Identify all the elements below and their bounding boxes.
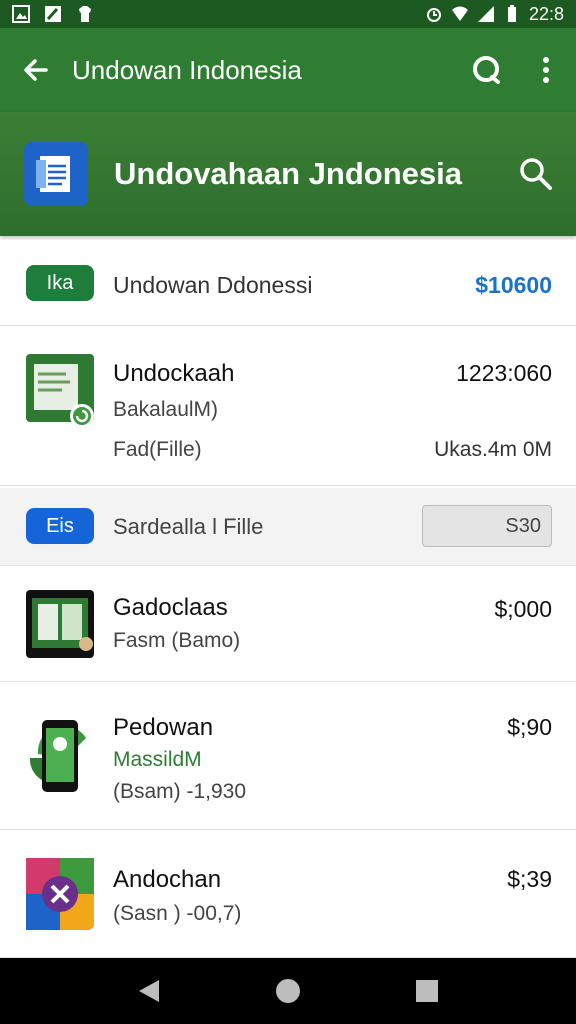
- home-nav-icon: [275, 979, 300, 1003]
- search-button[interactable]: [496, 156, 576, 192]
- filter-row: Eis Sardealla l Fille S30: [0, 488, 576, 566]
- recents-nav-icon: [415, 980, 438, 1002]
- status-bar: 22:8: [0, 0, 576, 28]
- item-subtitle: MassildM: [113, 748, 202, 771]
- item-price: 1223:060: [456, 360, 552, 386]
- list-item[interactable]: Gadoclaas Fasm (Bamo) $;000: [0, 566, 576, 682]
- chat-button[interactable]: [456, 28, 516, 112]
- nav-recents-button[interactable]: [397, 961, 457, 1021]
- filter-badge[interactable]: Eis: [26, 508, 94, 544]
- edit-notification-icon: [45, 6, 61, 22]
- item-size: Ukas.4m 0M: [434, 438, 552, 461]
- summary-price: $10600: [475, 272, 552, 298]
- back-button[interactable]: [0, 28, 72, 112]
- system-navigation-bar: [0, 958, 576, 1024]
- signal-icon: [477, 6, 494, 22]
- filter-label: Sardealla l Fille: [113, 514, 264, 539]
- item-name: Andochan: [113, 866, 222, 893]
- item-detail: Fad(Fille): [113, 438, 202, 461]
- filter-value-field[interactable]: S30: [422, 505, 552, 547]
- item-price: $;39: [507, 866, 552, 892]
- item-name: Gadoclaas: [113, 594, 228, 621]
- image-notification-icon: [12, 5, 30, 23]
- nav-back-button[interactable]: [119, 961, 179, 1021]
- category-badge: Ika: [26, 265, 94, 301]
- item-thumbnail: [26, 354, 94, 428]
- phone-app-icon: [29, 720, 86, 792]
- item-name: Undockaah: [113, 360, 235, 387]
- item-name: Pedowan: [113, 714, 214, 741]
- summary-row[interactable]: Ika Undowan Ddonessi $10600: [0, 240, 576, 326]
- search-icon: [520, 158, 552, 190]
- wifi-icon: [451, 6, 468, 21]
- list-item[interactable]: Pedowan MassildM (Bsam) -1,930 $;90: [0, 682, 576, 830]
- nav-home-button[interactable]: [258, 961, 318, 1021]
- status-time: 22:8: [528, 3, 564, 24]
- document-icon: [36, 156, 70, 192]
- item-subtitle: (Sasn ) -00,7): [113, 902, 242, 925]
- document-app-icon: [24, 142, 88, 206]
- puzzle-app-icon: [26, 858, 94, 930]
- item-subtitle: BakalaulM): [113, 398, 219, 421]
- item-thumbnail: [26, 590, 94, 658]
- banner-title: Undovahaan Jndonesia: [114, 156, 462, 191]
- more-vert-icon: [543, 57, 549, 83]
- item-thumbnail: [26, 718, 94, 792]
- back-arrow-icon: [24, 59, 48, 81]
- list-item[interactable]: Andochan (Sasn ) -00,7) $;39: [0, 830, 576, 958]
- item-price: $;90: [507, 714, 552, 740]
- shirt-notification-icon: [79, 6, 91, 22]
- app-banner: Undovahaan Jndonesia: [0, 112, 576, 236]
- list-item[interactable]: Undockaah BakalaulM) Fad(Fille) 1223:060…: [0, 326, 576, 486]
- item-subtitle: Fasm (Bamo): [113, 629, 241, 652]
- tablet-app-icon: [26, 590, 94, 658]
- more-options-button[interactable]: [516, 28, 576, 112]
- sync-app-icon: [26, 354, 94, 428]
- chat-icon: [473, 56, 500, 84]
- app-toolbar: Undowan Indonesia: [0, 28, 576, 112]
- item-detail: (Bsam) -1,930: [113, 780, 247, 803]
- back-nav-icon: [139, 980, 160, 1002]
- toolbar-title: Undowan Indonesia: [72, 54, 302, 85]
- battery-icon: [507, 5, 516, 22]
- alarm-icon: [426, 8, 441, 22]
- item-price: $;000: [494, 596, 552, 622]
- item-thumbnail: [26, 858, 94, 930]
- summary-label: Undowan Ddonessi: [113, 272, 313, 298]
